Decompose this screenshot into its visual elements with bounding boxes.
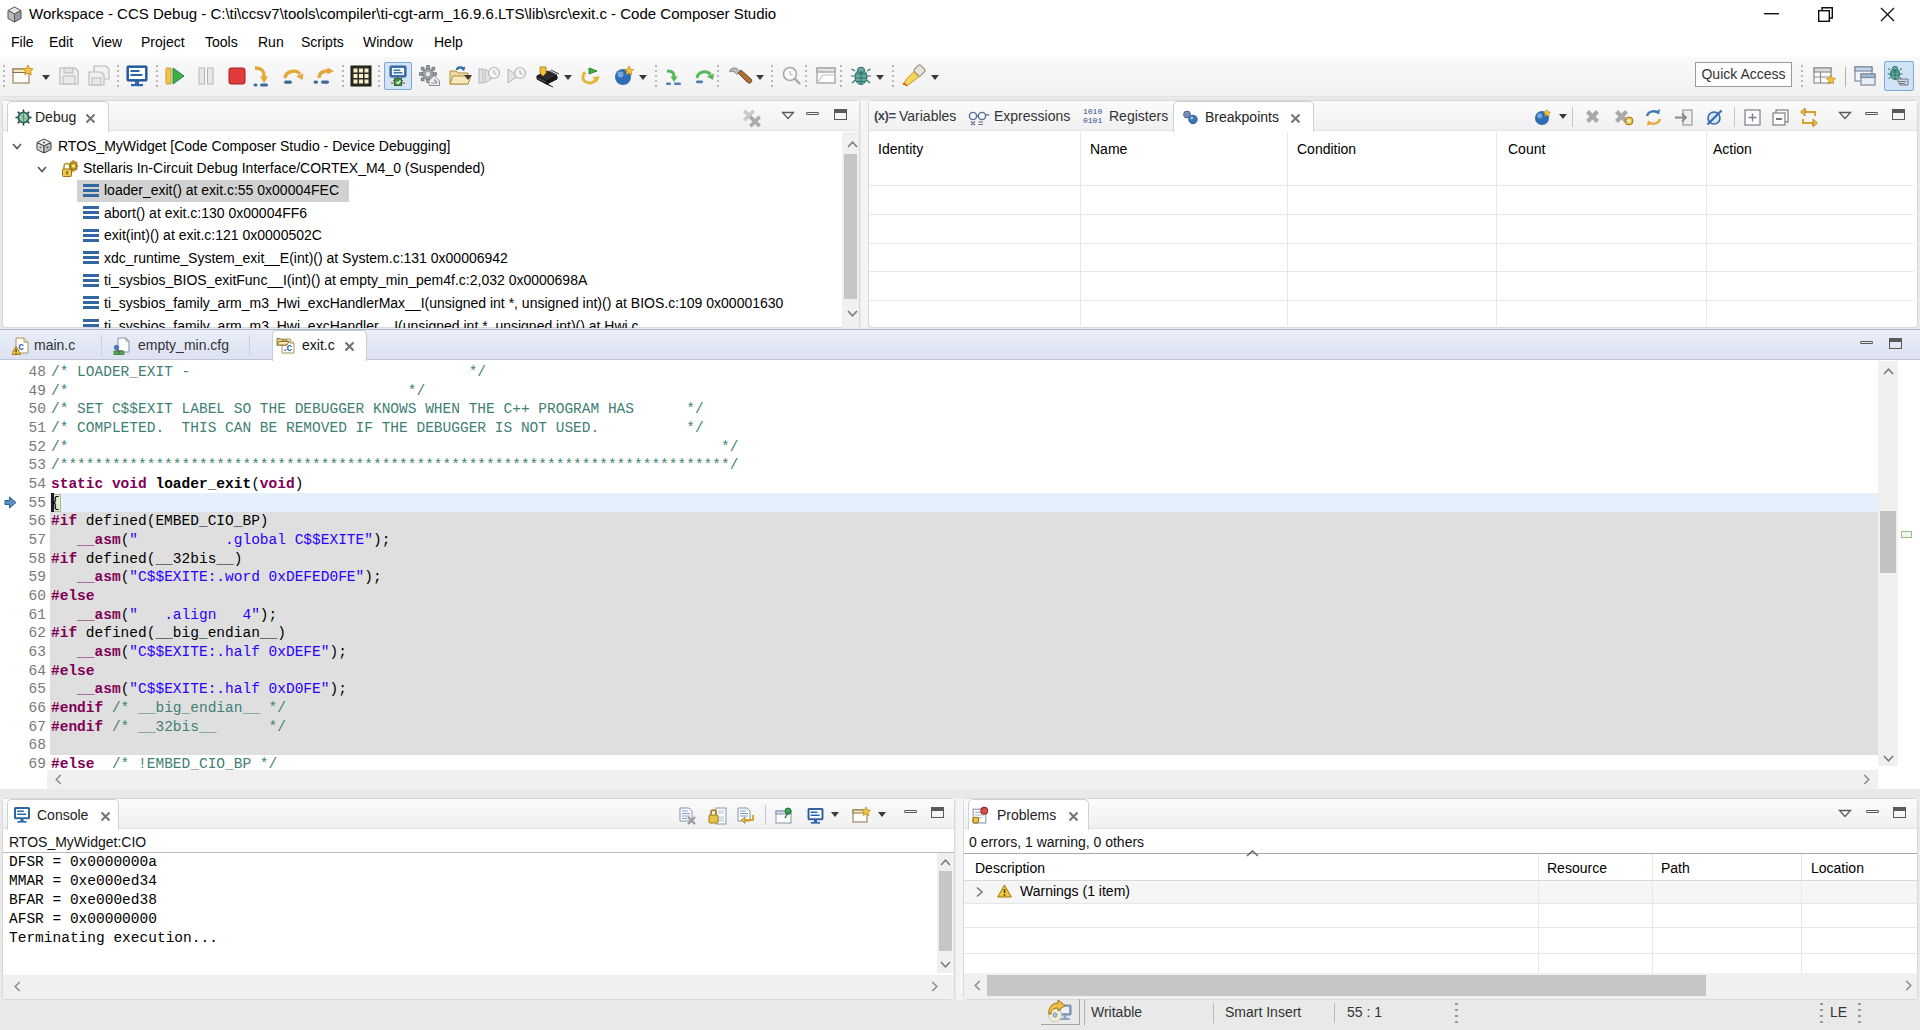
svg-text:c: c [18,341,24,352]
